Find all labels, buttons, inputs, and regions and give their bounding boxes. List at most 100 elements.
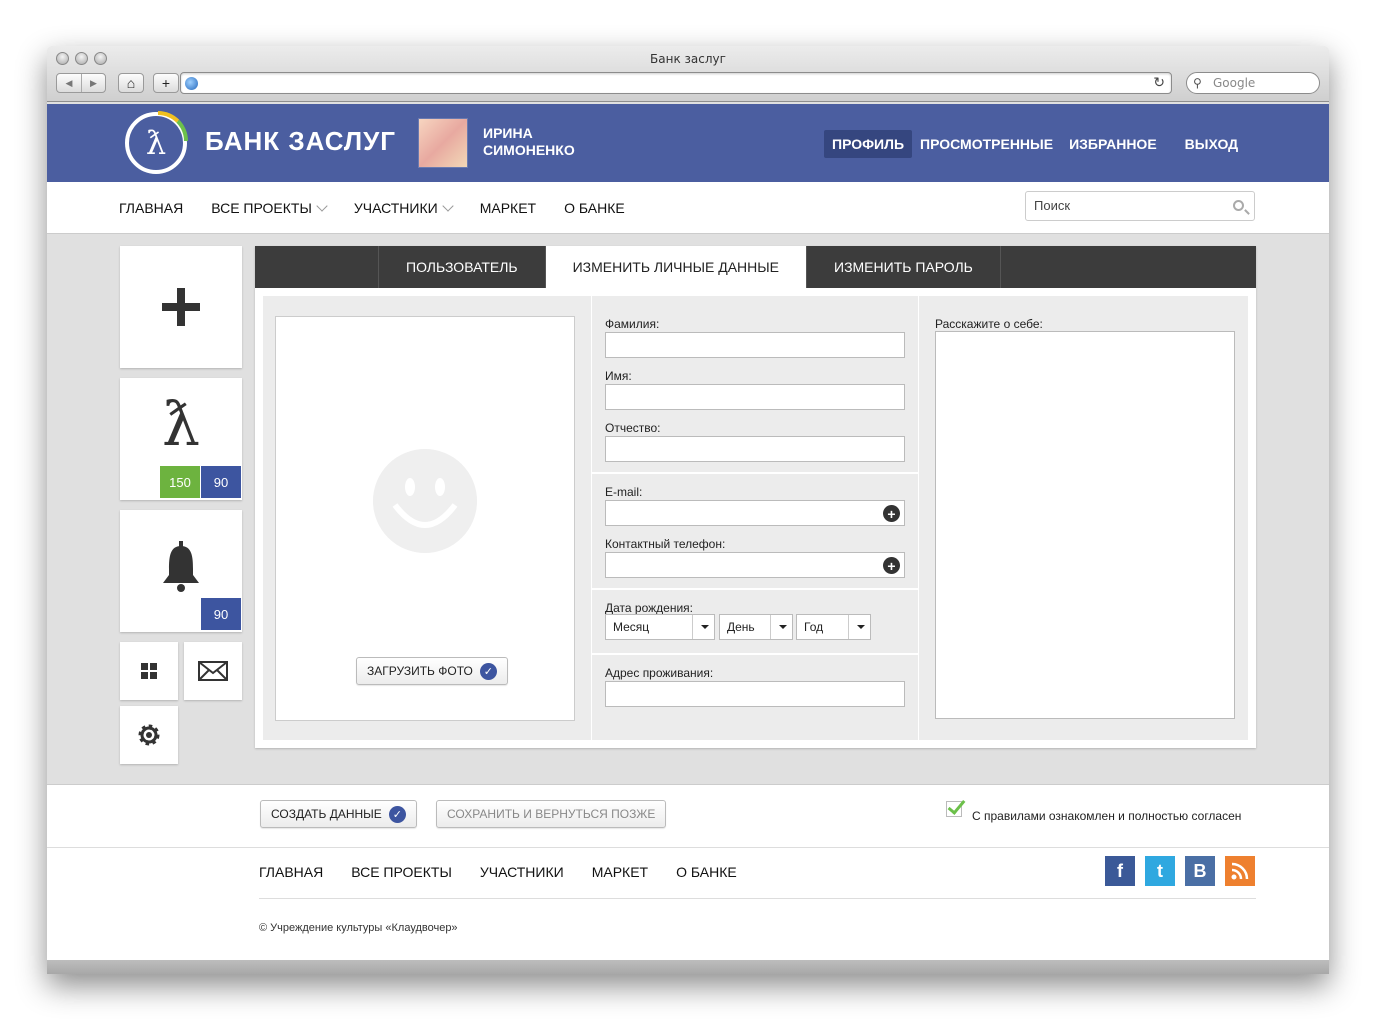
agree-checkbox[interactable] bbox=[946, 801, 962, 817]
twitter-icon[interactable]: t bbox=[1145, 856, 1175, 886]
birth-month-select[interactable]: Месяц bbox=[605, 614, 715, 640]
chevron-down-icon bbox=[692, 615, 714, 639]
name-field[interactable] bbox=[605, 384, 905, 410]
bell-icon bbox=[163, 541, 199, 592]
profile-tabs: ПОЛЬЗОВАТЕЛЬ ИЗМЕНИТЬ ЛИЧНЫЕ ДАННЫЕ ИЗМЕ… bbox=[255, 246, 1256, 288]
footer-nav-members[interactable]: УЧАСТНИКИ bbox=[480, 864, 564, 880]
vkontakte-icon[interactable]: B bbox=[1185, 856, 1215, 886]
address-label: Адрес проживания: bbox=[605, 666, 714, 680]
patronymic-field[interactable] bbox=[605, 436, 905, 462]
back-icon[interactable]: ◀ bbox=[57, 74, 81, 92]
add-email-icon[interactable]: + bbox=[883, 505, 900, 522]
address-bar[interactable]: ↻ bbox=[180, 72, 1172, 94]
logo-glyph: ƛ bbox=[145, 124, 167, 162]
browser-search-placeholder: Google bbox=[1213, 76, 1256, 90]
globe-icon bbox=[185, 77, 198, 90]
browser-titlebar: Банк заслуг ◀ ▶ ⌂ + ↻ ⚲ Google bbox=[47, 46, 1329, 102]
brand-name[interactable]: БАНК ЗАСЛУГ bbox=[205, 126, 396, 157]
surname-label: Фамилия: bbox=[605, 317, 660, 331]
check-icon: ✓ bbox=[388, 805, 406, 823]
envelope-icon bbox=[198, 661, 228, 681]
dashboard-tile[interactable] bbox=[120, 642, 178, 700]
reload-icon[interactable]: ↻ bbox=[1153, 74, 1165, 91]
patronymic-label: Отчество: bbox=[605, 421, 661, 435]
browser-search-input[interactable]: ⚲ Google bbox=[1186, 72, 1320, 94]
personal-fields: Фамилия: Имя: Отчество: E-mail: + Контак… bbox=[591, 296, 919, 740]
user-first-name: ИРИНА bbox=[483, 125, 533, 141]
footer-nav-about[interactable]: О БАНКЕ bbox=[676, 864, 737, 880]
address-field[interactable] bbox=[605, 681, 905, 707]
name-label: Имя: bbox=[605, 369, 632, 383]
notifications-badge: 90 bbox=[201, 598, 241, 630]
add-phone-icon[interactable]: + bbox=[883, 557, 900, 574]
surname-field[interactable] bbox=[605, 332, 905, 358]
home-icon[interactable]: ⌂ bbox=[118, 73, 144, 93]
footer-nav-projects[interactable]: ВСЕ ПРОЕКТЫ bbox=[351, 864, 452, 880]
about-label: Расскажите о себе: bbox=[935, 317, 1043, 331]
upload-photo-button[interactable]: ЗАГРУЗИТЬ ФОТО ✓ bbox=[356, 657, 508, 685]
plus-icon bbox=[162, 288, 200, 326]
chevron-down-icon bbox=[848, 615, 870, 639]
site-footer: ГЛАВНАЯ ВСЕ ПРОЕКТЫ УЧАСТНИКИ МАРКЕТ О Б… bbox=[47, 848, 1329, 960]
profile-form: ЗАГРУЗИТЬ ФОТО ✓ Фамилия: Имя: Отчество:… bbox=[263, 296, 1248, 740]
about-textarea[interactable] bbox=[935, 331, 1235, 719]
user-last-name: СИМОНЕНКО bbox=[483, 142, 575, 158]
settings-tile[interactable] bbox=[120, 706, 178, 764]
search-icon: ⚲ bbox=[1193, 76, 1202, 90]
main-nav-members[interactable]: УЧАСТНИКИ bbox=[354, 199, 454, 216]
photo-placeholder: ЗАГРУЗИТЬ ФОТО ✓ bbox=[275, 316, 575, 721]
tab-change-password[interactable]: ИЗМЕНИТЬ ПАРОЛЬ bbox=[807, 246, 1001, 288]
save-later-button[interactable]: СОХРАНИТЬ И ВЕРНУТЬСЯ ПОЗЖЕ bbox=[436, 800, 667, 828]
create-data-button[interactable]: СОЗДАТЬ ДАННЫЕ ✓ bbox=[260, 800, 417, 828]
email-field[interactable]: + bbox=[605, 500, 905, 526]
phone-label: Контактный телефон: bbox=[605, 537, 726, 551]
nav-profile[interactable]: ПРОФИЛЬ bbox=[824, 130, 913, 158]
merit-tile[interactable]: ƛ 150 90 bbox=[120, 378, 242, 500]
profile-panel: ПОЛЬЗОВАТЕЛЬ ИЗМЕНИТЬ ЛИЧНЫЕ ДАННЫЕ ИЗМЕ… bbox=[255, 246, 1256, 748]
messages-tile[interactable] bbox=[184, 642, 242, 700]
browser-window: Банк заслуг ◀ ▶ ⌂ + ↻ ⚲ Google ƛ БАНК ЗА… bbox=[47, 46, 1329, 974]
forward-icon[interactable]: ▶ bbox=[81, 74, 105, 92]
gear-icon bbox=[138, 724, 160, 746]
rss-icon[interactable] bbox=[1225, 856, 1255, 886]
footer-nav-home[interactable]: ГЛАВНАЯ bbox=[259, 864, 323, 880]
nav-viewed[interactable]: ПРОСМОТРЕННЫЕ bbox=[912, 130, 1061, 158]
merit-icon: ƛ bbox=[161, 390, 201, 460]
window-title: Банк заслуг bbox=[650, 52, 726, 66]
tab-edit-personal[interactable]: ИЗМЕНИТЬ ЛИЧНЫЕ ДАННЫЕ bbox=[545, 246, 807, 288]
smiley-icon bbox=[373, 449, 477, 553]
search-icon[interactable] bbox=[1233, 200, 1244, 211]
facebook-icon[interactable]: f bbox=[1105, 856, 1135, 886]
email-label: E-mail: bbox=[605, 485, 643, 499]
nav-logout[interactable]: ВЫХОД bbox=[1177, 130, 1246, 158]
rss-glyph bbox=[1231, 862, 1249, 880]
bank-logo-icon[interactable]: ƛ bbox=[125, 111, 188, 174]
merit-green-badge: 150 bbox=[160, 466, 200, 498]
notifications-tile[interactable]: 90 bbox=[120, 510, 242, 632]
grid-icon bbox=[141, 663, 157, 679]
birthdate-label: Дата рождения: bbox=[605, 601, 693, 615]
phone-field[interactable]: + bbox=[605, 552, 905, 578]
main-nav-projects[interactable]: ВСЕ ПРОЕКТЫ bbox=[211, 199, 328, 216]
tab-user[interactable]: ПОЛЬЗОВАТЕЛЬ bbox=[379, 246, 546, 288]
birth-year-select[interactable]: Год bbox=[796, 614, 871, 640]
site-search-input[interactable]: Поиск bbox=[1025, 191, 1255, 221]
add-tab-icon[interactable]: + bbox=[153, 73, 179, 93]
agree-label: С правилами ознакомлен и полностью согла… bbox=[972, 809, 1242, 823]
footer-nav: ГЛАВНАЯ ВСЕ ПРОЕКТЫ УЧАСТНИКИ МАРКЕТ О Б… bbox=[259, 864, 737, 880]
form-actions: СОЗДАТЬ ДАННЫЕ ✓ СОХРАНИТЬ И ВЕРНУТЬСЯ П… bbox=[47, 784, 1329, 848]
main-nav-about[interactable]: О БАНКЕ bbox=[564, 200, 625, 216]
footer-nav-market[interactable]: МАРКЕТ bbox=[592, 864, 648, 880]
chevron-down-icon bbox=[442, 199, 454, 212]
main-nav-market[interactable]: МАРКЕТ bbox=[480, 200, 536, 216]
birth-day-select[interactable]: День bbox=[719, 614, 793, 640]
avatar[interactable] bbox=[418, 118, 468, 168]
copyright: © Учреждение культуры «Клаудвочер» bbox=[259, 922, 458, 934]
merit-blue-badge: 90 bbox=[201, 466, 241, 498]
add-project-tile[interactable] bbox=[120, 246, 242, 368]
chevron-down-icon bbox=[316, 199, 328, 212]
main-nav-home[interactable]: ГЛАВНАЯ bbox=[119, 200, 183, 216]
user-name[interactable]: ИРИНА СИМОНЕНКО bbox=[483, 125, 575, 159]
nav-favorites[interactable]: ИЗБРАННОЕ bbox=[1061, 130, 1165, 158]
user-nav: ПРОФИЛЬ ПРОСМОТРЕННЫЕ ИЗБРАННОЕ ВЫХОД bbox=[824, 130, 1246, 158]
